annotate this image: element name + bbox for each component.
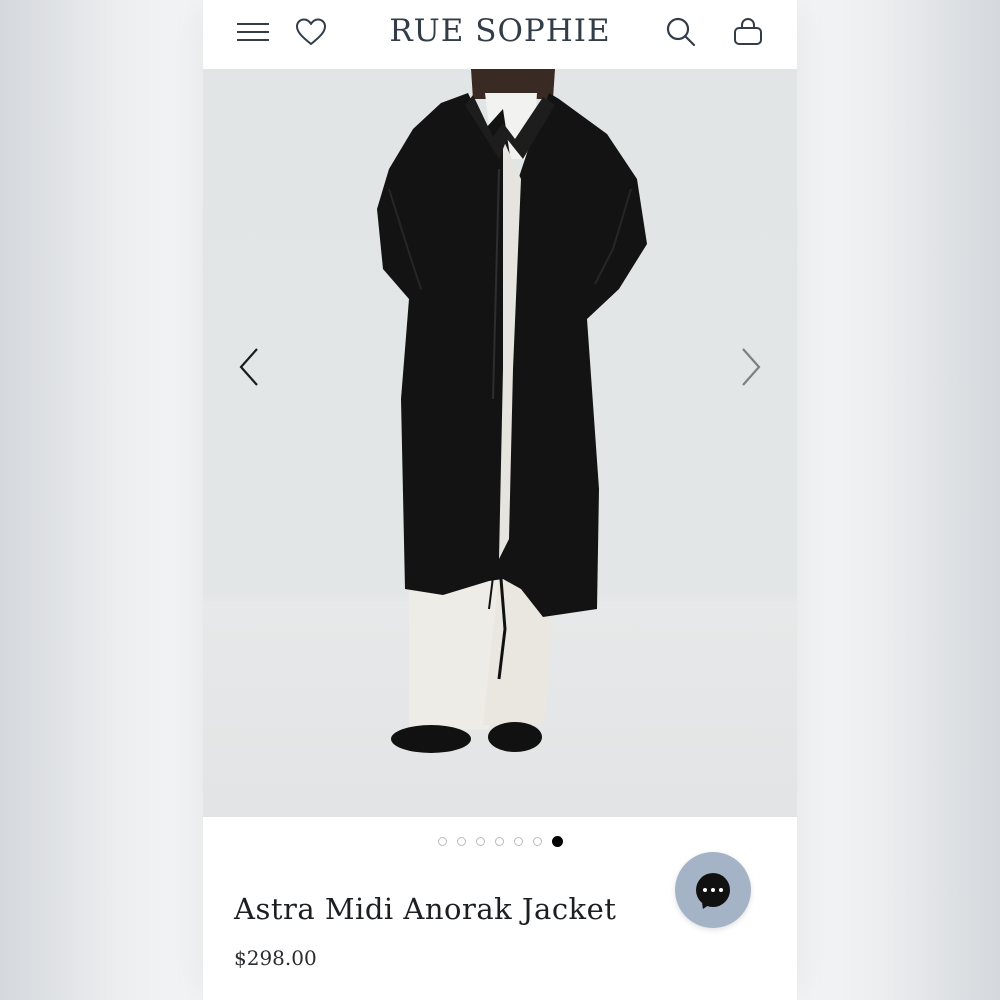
pagination-dot[interactable]	[475, 837, 485, 846]
chevron-right-icon	[742, 348, 761, 386]
product-image	[377, 69, 647, 753]
chat-bubble-icon	[696, 873, 730, 907]
product-title: Astra Midi Anorak Jacket	[234, 892, 617, 926]
product-price: $298.00	[234, 946, 317, 970]
pagination-dot[interactable]	[513, 837, 523, 846]
pagination-dot[interactable]	[494, 837, 504, 846]
search-icon	[666, 17, 696, 47]
pagination-dot[interactable]	[437, 837, 447, 846]
chat-button[interactable]	[675, 852, 751, 928]
shopping-bag-icon	[734, 17, 762, 45]
pagination-dot-active[interactable]	[551, 836, 563, 847]
pagination-dot[interactable]	[456, 837, 466, 846]
top-nav-bar: RUE SOPHIE	[203, 0, 797, 69]
chevron-left-icon	[239, 348, 258, 386]
product-page: RUE SOPHIE Astra Midi Anorak Jacket $298…	[203, 0, 797, 1000]
brand-logo[interactable]: RUE SOPHIE	[203, 10, 797, 52]
cart-button[interactable]	[726, 10, 770, 54]
search-button[interactable]	[659, 10, 703, 54]
product-image-carousel[interactable]	[203, 69, 797, 817]
next-image-button[interactable]	[729, 341, 773, 393]
pagination-dot[interactable]	[532, 837, 542, 846]
carousel-pagination	[203, 835, 797, 851]
previous-image-button[interactable]	[227, 341, 271, 393]
